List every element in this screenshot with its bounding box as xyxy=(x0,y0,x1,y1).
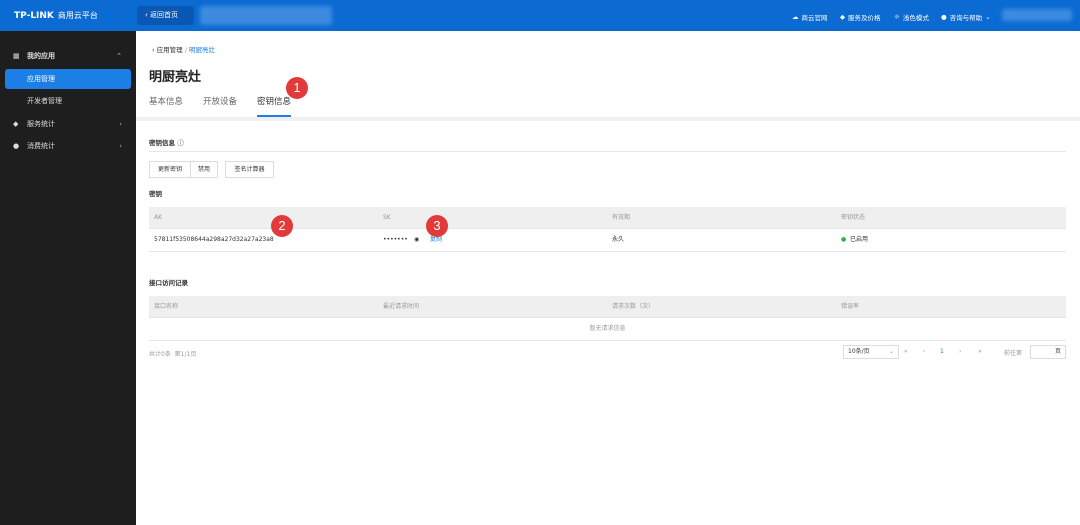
annotation-badge-2: 2 xyxy=(271,215,293,237)
info-icon: ● xyxy=(941,13,947,21)
help-icon[interactable]: ⓘ xyxy=(177,139,184,147)
status-dot-icon: ● xyxy=(841,236,847,243)
signature-calculator-button[interactable]: 签名计算器 xyxy=(225,161,274,178)
subtitle-keys: 密钥 xyxy=(149,190,162,198)
divider xyxy=(136,117,1080,121)
prev-page-button[interactable]: ‹ xyxy=(923,348,925,355)
sidebar-item-consumption-stats[interactable]: ● 消费统计 › xyxy=(0,136,136,156)
ak-value: 57811f53508644a298a27d32a27a23a8 xyxy=(154,236,274,243)
logo[interactable]: TP-LINK 商用云平台 xyxy=(14,10,98,21)
sun-icon: ☼ xyxy=(894,13,900,21)
sidebar-item-developer-management[interactable]: 开发者管理 xyxy=(0,91,136,111)
disable-button[interactable]: 禁用 xyxy=(190,161,218,178)
breadcrumb: ‹ 应用管理 / 明厨亮灶 xyxy=(152,46,216,54)
update-key-button[interactable]: 更新密钥 xyxy=(149,161,191,178)
main-content: ‹ 应用管理 / 明厨亮灶 明厨亮灶 基本信息 开放设备 密钥信息 密钥信息 ⓘ… xyxy=(136,31,1080,525)
back-home-button[interactable]: ‹ 返回首页 xyxy=(137,6,194,25)
chevron-up-icon: ⌃ xyxy=(116,52,122,60)
breadcrumb-current: 明厨亮灶 xyxy=(189,46,216,54)
nav-help[interactable]: ● 咨询与帮助 ⌄ xyxy=(941,12,991,22)
diamond-icon: ◆ xyxy=(13,120,19,128)
sk-masked: ••••••• xyxy=(383,236,408,243)
annotation-badge-3: 3 xyxy=(426,215,448,237)
first-page-button[interactable]: « xyxy=(904,348,908,355)
page-size-select[interactable]: 10条/页 ⌄ xyxy=(843,345,899,359)
tab-open-devices[interactable]: 开放设备 xyxy=(203,95,237,107)
nav-pricing[interactable]: ◆ 服务及价格 xyxy=(840,12,881,22)
column-header-validity: 有效期 xyxy=(612,214,631,221)
eye-icon[interactable]: ◉ xyxy=(414,229,419,251)
last-page-button[interactable]: » xyxy=(978,348,982,355)
chevron-down-icon: ⌄ xyxy=(888,348,894,355)
blurred-user[interactable] xyxy=(1002,9,1072,21)
annotation-badge-1: 1 xyxy=(286,77,308,99)
column-header-sk: SK xyxy=(383,214,391,221)
grid-icon: ▦ xyxy=(13,52,20,60)
empty-message: 暂无请求信息 xyxy=(589,325,626,332)
breadcrumb-parent[interactable]: 应用管理 xyxy=(157,46,183,54)
status-badge: 已启用 xyxy=(850,236,869,243)
diamond-icon: ◆ xyxy=(840,13,845,21)
sidebar-item-my-apps[interactable]: ▦ 我的应用 ⌃ xyxy=(0,46,136,66)
goto-label: 前往第 xyxy=(1004,350,1023,357)
pagination-total: 共计0条 第1/1页 xyxy=(149,351,197,358)
tab-key-info[interactable]: 密钥信息 xyxy=(257,95,292,117)
column-header-api-name: 接口名称 xyxy=(154,303,179,310)
column-header-error-rate: 错误率 xyxy=(841,303,860,310)
blurred-app-selector[interactable] xyxy=(200,6,332,25)
nav-official-site[interactable]: ☁ 商云官网 xyxy=(792,12,828,22)
validity-value: 永久 xyxy=(612,236,625,243)
empty-row: 暂无请求信息 xyxy=(149,318,1066,341)
column-header-last-request: 最近请求时间 xyxy=(383,303,420,310)
chevron-down-icon: ⌄ xyxy=(985,13,991,21)
sidebar: ▦ 我的应用 ⌃ 应用管理 开发者管理 ◆ 服务统计 › ● 消费统计 › xyxy=(0,31,136,525)
goto-page-input[interactable]: 页 xyxy=(1030,345,1066,359)
cloud-icon: ☁ xyxy=(792,13,799,21)
chevron-right-icon: › xyxy=(119,142,122,150)
page-title: 明厨亮灶 xyxy=(149,70,202,85)
section-title-access-log: 接口访问记录 xyxy=(149,279,188,287)
divider xyxy=(149,151,1066,152)
sidebar-item-service-stats[interactable]: ◆ 服务统计 › xyxy=(0,114,136,134)
nav-theme[interactable]: ☼ 浅色模式 xyxy=(894,12,929,22)
section-title-key-info: 密钥信息 ⓘ xyxy=(149,139,184,147)
chevron-right-icon: › xyxy=(119,120,122,128)
column-header-status: 密钥状态 xyxy=(841,214,866,221)
column-header-request-count: 请求次数（次） xyxy=(612,303,655,310)
page-number-current[interactable]: 1 xyxy=(940,348,944,355)
next-page-button[interactable]: › xyxy=(959,348,961,355)
tab-basic-info[interactable]: 基本信息 xyxy=(149,95,183,107)
log-table-header: 接口名称 最近请求时间 请求次数（次） 错误率 xyxy=(149,296,1066,318)
column-header-ak: AK xyxy=(154,214,163,221)
sidebar-item-app-management[interactable]: 应用管理 xyxy=(5,69,131,89)
coin-icon: ● xyxy=(13,142,20,150)
top-bar: TP-LINK 商用云平台 ‹ 返回首页 ☁ 商云官网 ◆ 服务及价格 ☼ 浅色模式 ●… xyxy=(0,0,1080,31)
